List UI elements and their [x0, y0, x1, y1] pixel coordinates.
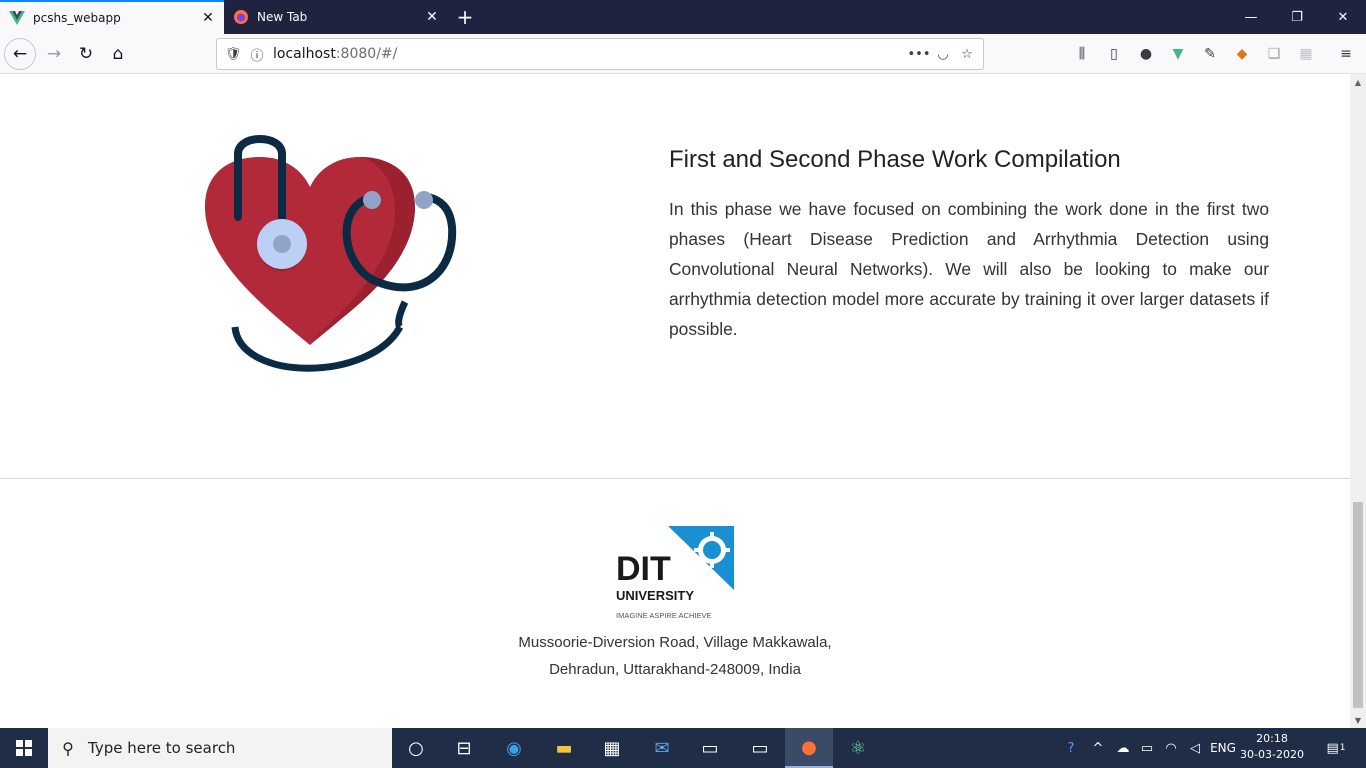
tab-label: New Tab [257, 10, 308, 24]
page-actions-icon[interactable]: ••• [907, 47, 931, 62]
notification-count: 1 [1339, 743, 1346, 753]
home-icon: ⌂ [112, 44, 124, 64]
section-title: First and Second Phase Work Compilation [669, 146, 1121, 173]
terminal-icon[interactable]: ▭ [736, 728, 784, 768]
logo-wordmark: DIT [616, 550, 671, 588]
navigation-toolbar: ← → ↻ ⌂ 🛡 ⓘ localhost:8080/#/ ••• ◡ ☆ ⫼ … [0, 34, 1366, 74]
cortana-icon[interactable]: ○ [392, 728, 440, 768]
url-text[interactable]: localhost:8080/#/ [273, 46, 397, 62]
taskbar-search[interactable]: ⚲ Type here to search [48, 728, 392, 768]
forward-button[interactable]: → [38, 38, 70, 70]
library-icon[interactable]: ⫼ [1070, 42, 1094, 66]
page-content: First and Second Phase Work Compilation … [0, 74, 1350, 728]
clock-time: 20:18 [1256, 732, 1288, 745]
section-divider [0, 478, 1350, 479]
taskbar: ⚲ Type here to search ○ ⊟ ◉ ▬ ▦ ✉ ▭ ▭ ● … [0, 728, 1366, 768]
wifi-icon[interactable]: ◠ [1160, 728, 1182, 768]
sidebar-icon[interactable]: ▯ [1102, 42, 1126, 66]
edge-icon[interactable]: ◉ [490, 728, 538, 768]
start-button[interactable] [0, 728, 48, 768]
section-description: In this phase we have focused on combini… [669, 199, 1269, 339]
search-placeholder: Type here to search [88, 739, 236, 757]
battery-icon[interactable]: ▭ [1136, 728, 1158, 768]
search-icon: ⚲ [62, 738, 74, 758]
close-tab-icon[interactable]: ✕ [198, 8, 218, 28]
firefox-icon[interactable]: ● [785, 728, 833, 768]
terminal-icon[interactable]: ▭ [686, 728, 734, 768]
firefox-favicon-icon [233, 9, 249, 25]
new-tab-button[interactable]: + [452, 4, 478, 30]
pocket-icon[interactable]: ◡ [931, 47, 955, 62]
home-button[interactable]: ⌂ [102, 38, 134, 70]
clock[interactable]: 20:18 30-03-2020 [1240, 731, 1304, 763]
language-indicator[interactable]: ENG [1208, 728, 1238, 768]
dit-university-logo: DIT UNIVERSITY IMAGINE ASPIRE ACHIEVE [616, 526, 734, 620]
metamask-icon[interactable]: ◆ [1230, 42, 1254, 66]
help-icon[interactable]: ? [1058, 728, 1084, 768]
scroll-up-icon[interactable]: ▲ [1350, 74, 1366, 90]
notifications-button[interactable]: ▤ 1 [1316, 728, 1356, 768]
onedrive-icon[interactable]: ☁ [1112, 728, 1134, 768]
tab-new-tab[interactable]: New Tab ✕ [224, 0, 448, 34]
address-line-1: Mussoorie-Diversion Road, Village Makkaw… [518, 634, 832, 651]
url-path: :8080/#/ [335, 46, 398, 62]
eyedropper-icon[interactable]: ✎ [1198, 42, 1222, 66]
extension-icon[interactable]: ▦ [1294, 42, 1318, 66]
close-tab-icon[interactable]: ✕ [422, 7, 442, 27]
back-button[interactable]: ← [4, 38, 36, 70]
address-line-2: Dehradun, Uttarakhand-248009, India [549, 661, 801, 678]
url-host: localhost [273, 46, 336, 62]
tab-strip: pcshs_webapp ✕ New Tab ✕ + — ❐ ✕ [0, 0, 1366, 34]
volume-icon[interactable]: ◁ [1184, 728, 1206, 768]
scrollbar-thumb[interactable] [1353, 502, 1363, 708]
task-view-icon[interactable]: ⊟ [440, 728, 488, 768]
scroll-down-icon[interactable]: ▼ [1350, 712, 1366, 728]
address-bar[interactable]: 🛡 ⓘ localhost:8080/#/ ••• ◡ ☆ [216, 38, 984, 70]
tab-pcshs-webapp[interactable]: pcshs_webapp ✕ [0, 0, 224, 34]
chevron-up-icon[interactable]: ^ [1088, 728, 1108, 768]
mail-icon[interactable]: ✉ [638, 728, 686, 768]
shield-icon[interactable]: 🛡 [221, 47, 245, 62]
minimize-button[interactable]: — [1228, 0, 1274, 34]
store-icon[interactable]: ▦ [588, 728, 636, 768]
account-icon[interactable]: ● [1134, 42, 1158, 66]
reload-button[interactable]: ↻ [70, 38, 102, 70]
arrow-right-icon: → [46, 44, 62, 64]
tab-label: pcshs_webapp [33, 11, 121, 25]
logo-subtitle: UNIVERSITY [616, 588, 694, 603]
extension-icon[interactable]: ❏ [1262, 42, 1286, 66]
vue-favicon-icon [9, 10, 25, 26]
info-icon[interactable]: ⓘ [245, 45, 269, 64]
arrow-left-icon: ← [12, 44, 28, 64]
reload-icon: ↻ [78, 44, 94, 64]
menu-icon[interactable]: ≡ [1334, 42, 1358, 66]
atom-icon[interactable]: ⚛ [834, 728, 882, 768]
vertical-scrollbar[interactable]: ▲ ▼ [1350, 74, 1366, 728]
windows-logo-icon [16, 740, 32, 756]
file-explorer-icon[interactable]: ▬ [540, 728, 588, 768]
heart-stethoscope-icon [205, 135, 457, 372]
clock-date: 30-03-2020 [1240, 748, 1304, 761]
restore-button[interactable]: ❐ [1274, 0, 1320, 34]
notification-icon: ▤ [1326, 740, 1339, 756]
close-window-button[interactable]: ✕ [1320, 0, 1366, 34]
logo-tagline: IMAGINE ASPIRE ACHIEVE [616, 611, 711, 620]
bookmark-star-icon[interactable]: ☆ [955, 47, 979, 62]
vue-devtools-icon[interactable]: ▼ [1166, 42, 1190, 66]
